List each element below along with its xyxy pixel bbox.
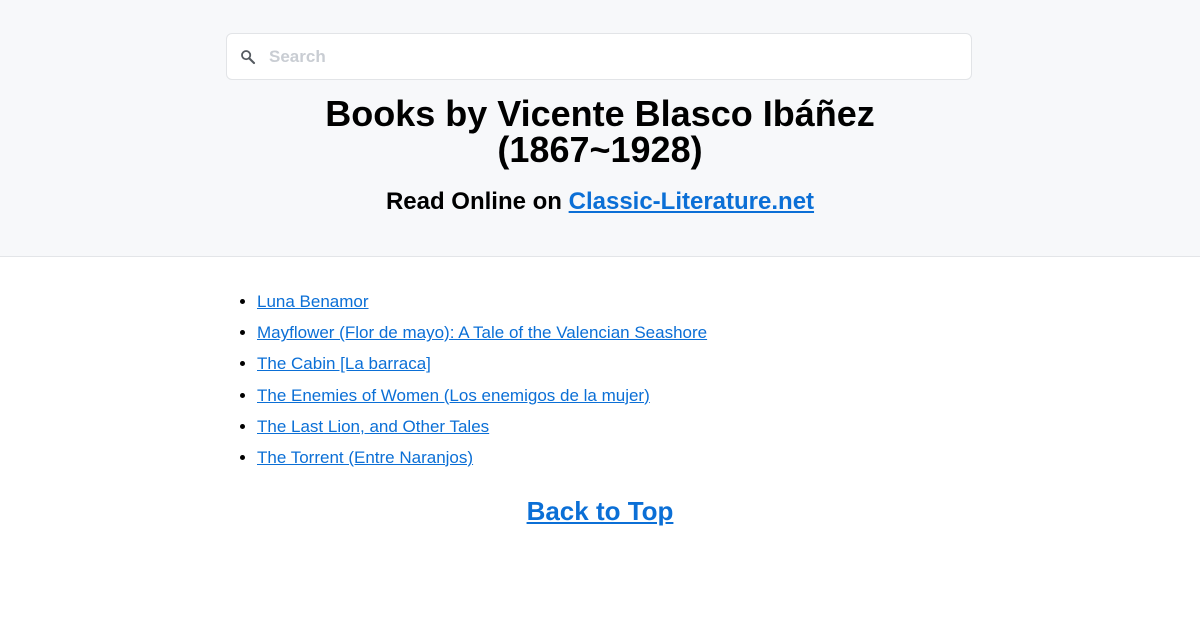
book-link-the-torrent[interactable]: The Torrent (Entre Naranjos) [257,448,473,467]
list-item: The Cabin [La barraca] [257,348,707,379]
back-to-top-link[interactable]: Back to Top [527,496,674,526]
back-to-top: Back to Top [0,494,1200,528]
book-link-enemies-of-women[interactable]: The Enemies of Women (Los enemigos de la… [257,386,650,405]
list-item: Mayflower (Flor de mayo): A Tale of the … [257,317,707,348]
list-item: The Last Lion, and Other Tales [257,411,707,442]
subtitle: Read Online on Classic-Literature.net [0,187,1200,217]
search-input[interactable] [269,42,959,72]
subtitle-prefix: Read Online on [385,188,569,215]
book-link-the-cabin[interactable]: The Cabin [La barraca] [257,354,431,373]
list-item: Luna Benamor [257,286,707,317]
search-icon [241,50,256,65]
search-box[interactable] [226,33,972,80]
page-title: Books by Vicente Blasco Ibáñez (1867~192… [0,96,1200,168]
book-link-mayflower[interactable]: Mayflower (Flor de mayo): A Tale of the … [257,323,707,342]
list-item: The Enemies of Women (Los enemigos de la… [257,380,707,411]
page-title-years: (1867~1928) [497,129,703,170]
list-item: The Torrent (Entre Naranjos) [257,442,707,473]
book-link-luna-benamor[interactable]: Luna Benamor [257,292,369,311]
page-title-author: Books by Vicente Blasco Ibáñez [325,93,875,134]
book-link-last-lion[interactable]: The Last Lion, and Other Tales [257,417,489,436]
book-list: Luna Benamor Mayflower (Flor de mayo): A… [257,286,707,473]
site-link[interactable]: Classic-Literature.net [569,188,814,215]
page-header: Books by Vicente Blasco Ibáñez (1867~192… [0,0,1200,257]
